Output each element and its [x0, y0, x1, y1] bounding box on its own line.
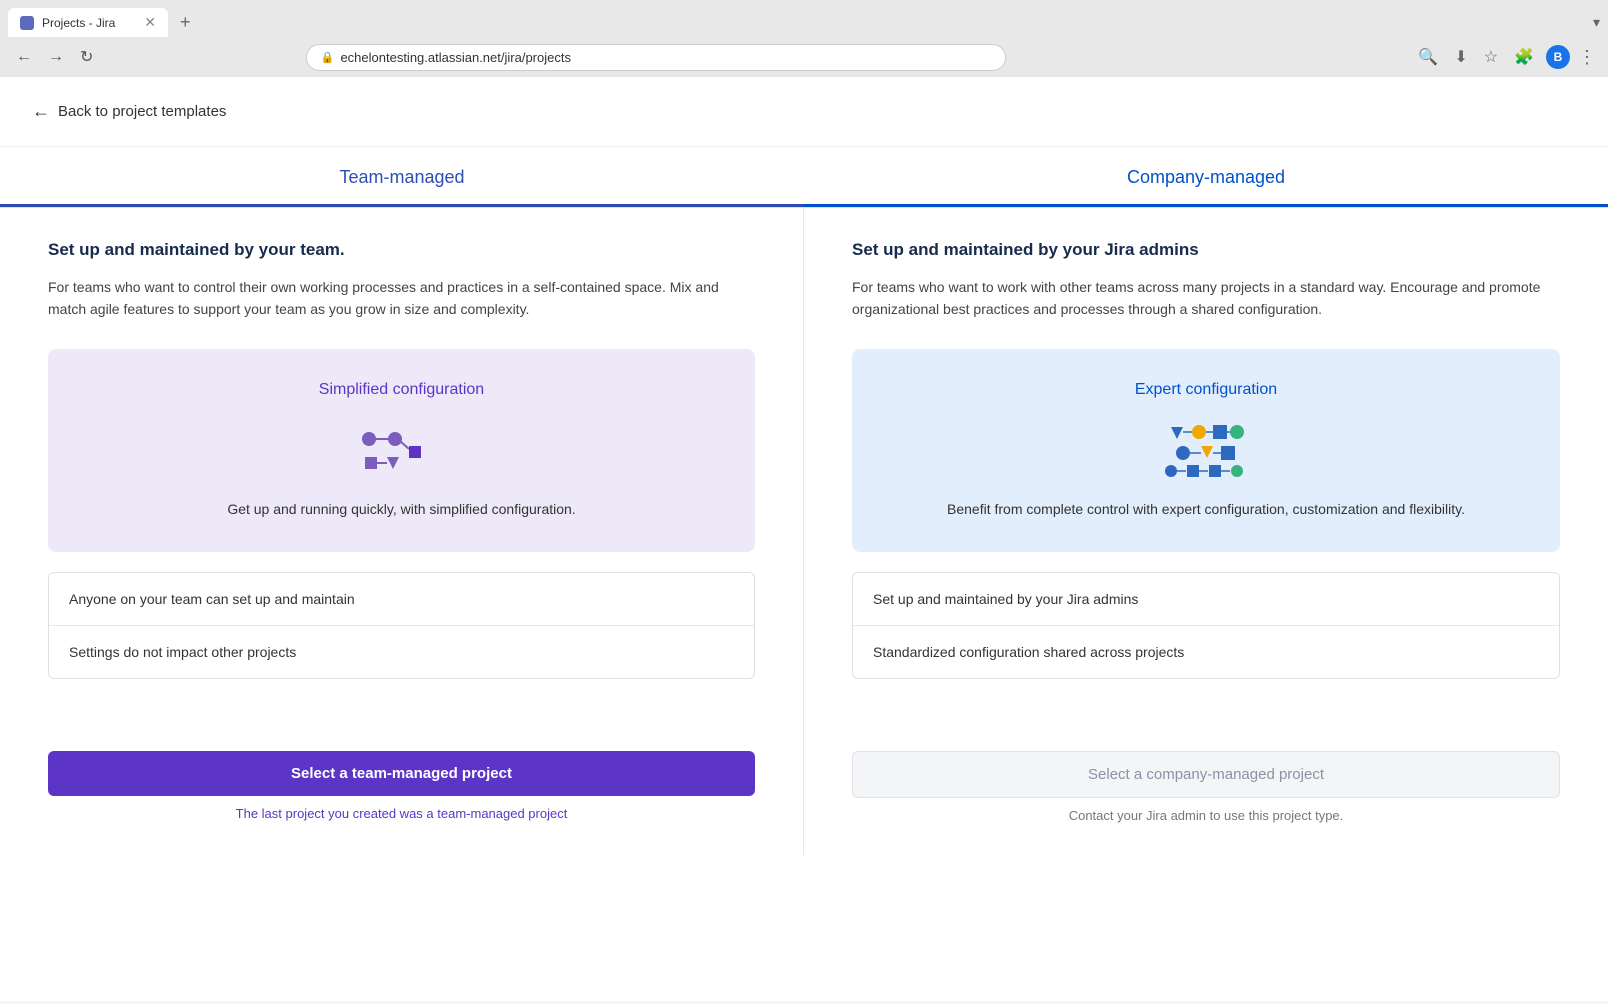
back-link-text: Back to project templates [58, 103, 226, 120]
browser-tab[interactable]: Projects - Jira ✕ [8, 8, 168, 37]
team-managed-tab[interactable]: Team-managed [0, 147, 804, 207]
browser-actions: 🔍 ⬇ ☆ 🧩 B ⋮ [1414, 43, 1596, 71]
back-button[interactable]: ← [12, 44, 36, 70]
download-button[interactable]: ⬇ [1450, 43, 1471, 71]
browser-menu-button[interactable]: ⋮ [1578, 47, 1596, 68]
company-managed-hint: Contact your Jira admin to use this proj… [852, 808, 1560, 823]
team-managed-bottom: Select a team-managed project The last p… [0, 731, 804, 855]
back-to-templates-link[interactable]: ← Back to project templates [0, 77, 1608, 147]
simplified-config-title: Simplified configuration [72, 381, 731, 399]
bottom-section: Select a team-managed project The last p… [0, 731, 1608, 855]
company-managed-panel: Set up and maintained by your Jira admin… [804, 208, 1608, 731]
refresh-button[interactable]: ↻ [76, 43, 97, 71]
simplified-config-card: Simplified configuration [48, 349, 755, 552]
feature-item: Anyone on your team can set up and maint… [49, 573, 754, 626]
expert-config-icon [876, 419, 1536, 479]
browser-chrome: Projects - Jira ✕ + ▾ ← → ↻ 🔒 echelontes… [0, 0, 1608, 77]
company-managed-description: For teams who want to work with other te… [852, 276, 1560, 321]
simplified-config-icon [72, 419, 731, 479]
team-managed-tab-header[interactable]: Team-managed [0, 147, 804, 207]
page-content: ← Back to project templates Team-managed… [0, 77, 1608, 1001]
expert-config-desc: Benefit from complete control with exper… [876, 499, 1536, 520]
tab-close-button[interactable]: ✕ [144, 14, 156, 31]
user-avatar-button[interactable]: B [1546, 45, 1570, 69]
expert-config-title: Expert configuration [876, 381, 1536, 399]
company-managed-tab[interactable]: Company-managed [804, 147, 1608, 207]
address-bar: ← → ↻ 🔒 echelontesting.atlassian.net/jir… [0, 37, 1608, 77]
forward-button[interactable]: → [44, 44, 68, 70]
team-managed-feature-list: Anyone on your team can set up and maint… [48, 572, 755, 679]
company-managed-feature-list: Set up and maintained by your Jira admin… [852, 572, 1560, 679]
team-managed-description: For teams who want to control their own … [48, 276, 755, 321]
new-tab-button[interactable]: + [172, 8, 199, 37]
feature-item: Standardized configuration shared across… [853, 626, 1559, 678]
company-managed-bottom: Select a company-managed project Contact… [804, 731, 1608, 855]
tab-favicon [20, 16, 34, 30]
tab-bar: Projects - Jira ✕ + ▾ [0, 0, 1608, 37]
select-team-managed-button[interactable]: Select a team-managed project [48, 751, 755, 796]
project-type-tabs: Team-managed Company-managed [0, 147, 1608, 207]
url-text: echelontesting.atlassian.net/jira/projec… [340, 50, 990, 65]
team-managed-panel: Set up and maintained by your team. For … [0, 208, 804, 731]
feature-item: Set up and maintained by your Jira admin… [853, 573, 1559, 626]
team-managed-hint: The last project you created was a team-… [48, 806, 755, 821]
lock-icon: 🔒 [321, 51, 335, 64]
tab-dropdown-button[interactable]: ▾ [1593, 14, 1600, 31]
team-managed-title: Set up and maintained by your team. [48, 240, 755, 260]
company-managed-tab-header[interactable]: Company-managed [804, 147, 1608, 207]
select-company-managed-button[interactable]: Select a company-managed project [852, 751, 1560, 798]
back-arrow-icon: ← [32, 101, 50, 122]
expert-config-card: Expert configuration [852, 349, 1560, 552]
tab-title: Projects - Jira [42, 16, 136, 30]
simplified-config-desc: Get up and running quickly, with simplif… [72, 499, 731, 520]
company-managed-title: Set up and maintained by your Jira admin… [852, 240, 1560, 260]
search-browser-button[interactable]: 🔍 [1414, 43, 1442, 71]
feature-item: Settings do not impact other projects [49, 626, 754, 678]
url-bar[interactable]: 🔒 echelontesting.atlassian.net/jira/proj… [306, 44, 1006, 71]
extensions-button[interactable]: 🧩 [1510, 43, 1538, 71]
main-content: Set up and maintained by your team. For … [0, 208, 1608, 731]
bookmark-button[interactable]: ☆ [1480, 43, 1502, 71]
